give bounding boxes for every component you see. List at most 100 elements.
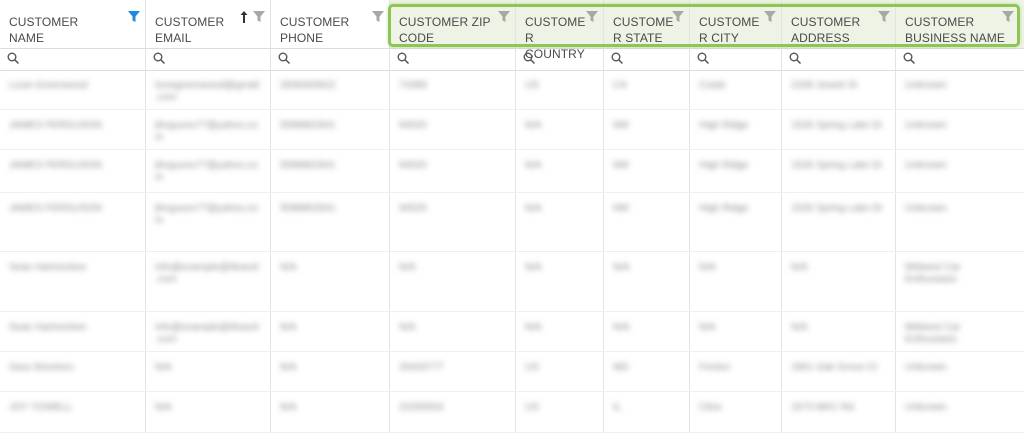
column-header-customer-city[interactable]: CUSTOMER CITY: [690, 0, 782, 48]
table-cell: JAMES FERGUSON: [0, 193, 146, 252]
table-cell: 1526 Spring Lake Dr: [782, 193, 896, 252]
cell-value: JOY YOWELL: [9, 402, 73, 413]
table-cell: 94520: [390, 110, 516, 150]
funnel-icon[interactable]: [672, 11, 684, 23]
search-icon: [903, 52, 916, 65]
table-row[interactable]: JAMES FERGUSON jferguson77@yahoo.com 55988…: [0, 110, 1024, 150]
table-cell: US: [516, 70, 604, 110]
funnel-icon[interactable]: [764, 11, 776, 23]
table-cell: N/A: [516, 312, 604, 352]
column-header-customer-name[interactable]: CUSTOMER NAME: [0, 0, 146, 48]
cell-value: High Ridge: [699, 203, 749, 214]
cell-value: 5598862941: [280, 120, 336, 131]
table-cell: N/A: [516, 252, 604, 312]
column-header-label: CUSTOMER ADDRESS: [791, 15, 861, 45]
table-cell: 94520: [390, 150, 516, 193]
funnel-icon[interactable]: [128, 11, 140, 23]
cell-value: 94520: [399, 203, 427, 214]
cell-value: NM: [613, 160, 629, 171]
search-input-customer-business-name[interactable]: [918, 50, 1021, 69]
search-input-customer-country[interactable]: [538, 50, 600, 69]
table-cell: N/A: [271, 312, 390, 352]
search-input-customer-address[interactable]: [804, 50, 892, 69]
filter-cell-customer-address: [782, 48, 896, 70]
table-cell: JOY YOWELL: [0, 392, 146, 433]
table-cell: jferguson77@yahoo.com: [146, 150, 271, 193]
cell-value: 1526 Spring Lake Dr: [791, 203, 883, 214]
cell-value: Unknown: [905, 80, 947, 91]
cell-value: N/A: [280, 322, 297, 333]
table-row[interactable]: Sara Streeters N/A N/A 33426777 US MD Fenton 18…: [0, 352, 1024, 392]
column-header-label: CUSTOMER ZIP CODE: [399, 15, 491, 45]
table-row[interactable]: Louis Greenwood louisgreenwood@gmail.com 2…: [0, 70, 1024, 110]
column-header-customer-zip-code[interactable]: CUSTOMER ZIP CODE: [390, 0, 516, 48]
funnel-icon[interactable]: [586, 11, 598, 23]
arrow-up-icon: [240, 11, 248, 23]
search-input-customer-city[interactable]: [712, 50, 778, 69]
table-cell: 1861 Oak Grove Ct: [782, 352, 896, 392]
cell-value: N/A: [399, 322, 416, 333]
search-icon: [7, 52, 20, 65]
table-row[interactable]: JOY YOWELL N/A N/A 22250554 US IL Cline 1573 MK…: [0, 392, 1024, 433]
column-header-label: CUSTOMER EMAIL: [155, 15, 225, 45]
cell-value: Sean Hartneckee: [9, 262, 87, 273]
funnel-icon[interactable]: [498, 11, 510, 23]
cell-value: 5598862941: [280, 160, 336, 171]
search-input-customer-name[interactable]: [22, 50, 142, 69]
cell-value: N/A: [791, 322, 808, 333]
table-cell: NM: [604, 150, 690, 193]
funnel-icon[interactable]: [878, 11, 890, 23]
table-row[interactable]: Sean Hartneckee info@example@ittravel.com…: [0, 312, 1024, 352]
table-cell: N/A: [390, 252, 516, 312]
search-input-customer-phone[interactable]: [293, 50, 386, 69]
table-cell: US: [516, 352, 604, 392]
cell-value: N/A: [613, 322, 630, 333]
column-header-customer-email[interactable]: CUSTOMER EMAIL: [146, 0, 271, 48]
cell-value: Cotati: [699, 80, 726, 91]
column-header-label: CUSTOMER BUSINESS NAME: [905, 15, 1005, 45]
cell-value: 2208 Jewett St: [791, 80, 858, 91]
funnel-icon[interactable]: [372, 11, 384, 23]
search-input-customer-state[interactable]: [626, 50, 686, 69]
filter-cell-customer-city: [690, 48, 782, 70]
filter-cell-customer-name: [0, 48, 146, 70]
cell-value: 2608493922: [280, 80, 336, 91]
cell-value: 1526 Spring Lake Dr: [791, 160, 883, 171]
search-input-customer-email[interactable]: [168, 50, 267, 69]
cell-value: N/A: [791, 262, 808, 273]
table-row[interactable]: JAMES FERGUSON jferguson77@yahoo.com 55988…: [0, 193, 1024, 252]
table-cell: 5598862941: [271, 150, 390, 193]
table-cell: Sean Hartneckee: [0, 252, 146, 312]
table-cell: louisgreenwood@gmail.com: [146, 70, 271, 110]
search-input-customer-zip-code[interactable]: [412, 50, 512, 69]
cell-value: US: [525, 362, 539, 373]
filter-cell-customer-business-name: [896, 48, 1024, 70]
column-header-customer-address[interactable]: CUSTOMER ADDRESS: [782, 0, 896, 48]
table-cell: 22250554: [390, 392, 516, 433]
column-header-customer-country[interactable]: CUSTOMER COUNTRY: [516, 0, 604, 61]
table-cell: Cotati: [690, 70, 782, 110]
funnel-icon[interactable]: [1002, 11, 1014, 23]
cell-value: N/A: [699, 322, 716, 333]
search-icon: [278, 52, 291, 65]
column-header-customer-state[interactable]: CUSTOMER STATE: [604, 0, 690, 48]
table-cell: NM: [604, 110, 690, 150]
table-cell: High Ridge: [690, 150, 782, 193]
funnel-icon[interactable]: [253, 11, 265, 23]
cell-value: N/A: [399, 262, 416, 273]
column-header-label: CUSTOMER NAME: [9, 15, 79, 45]
cell-value: Fenton: [699, 362, 731, 373]
cell-value: JAMES FERGUSON: [9, 160, 102, 171]
table-cell: N/A: [782, 312, 896, 352]
cell-value: Unknown: [905, 362, 947, 373]
column-header-customer-phone[interactable]: CUSTOMER PHONE: [271, 0, 390, 48]
table-cell: 33426777: [390, 352, 516, 392]
cell-value: 33426777: [399, 362, 444, 373]
table-row[interactable]: JAMES FERGUSON jferguson77@yahoo.com 55988…: [0, 150, 1024, 193]
column-header-customer-business-name[interactable]: CUSTOMER BUSINESS NAME: [896, 0, 1024, 48]
table-cell: High Ridge: [690, 110, 782, 150]
search-icon: [611, 52, 624, 65]
cell-value: louisgreenwood@gmail.com: [155, 80, 260, 103]
table-cell: N/A: [516, 150, 604, 193]
table-row[interactable]: Sean Hartneckee info@example@ittravel.com…: [0, 252, 1024, 312]
